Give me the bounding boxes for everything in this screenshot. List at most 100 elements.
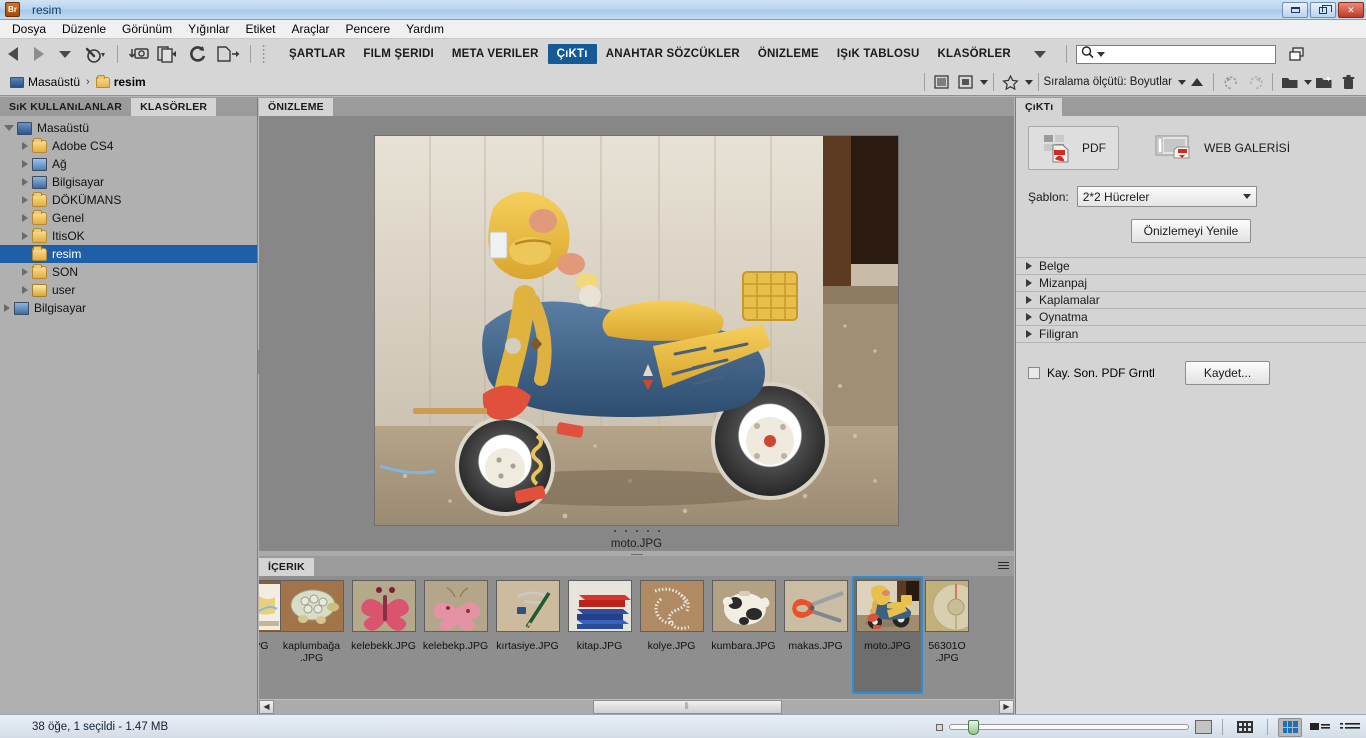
tree-item-itisok[interactable]: ItisOK <box>0 227 257 245</box>
workspace-sartlar[interactable]: ŞARTLAR <box>280 44 354 64</box>
thumbnail-image[interactable] <box>711 580 776 632</box>
tab-icerik[interactable]: İÇERIK <box>259 558 314 576</box>
sort-chevron-down-icon[interactable] <box>1178 79 1186 85</box>
twisty-open-icon[interactable] <box>4 125 14 131</box>
thumbnail-image[interactable] <box>279 580 344 632</box>
twisty-closed-icon[interactable] <box>22 196 28 204</box>
star-chevron-down-icon[interactable] <box>1024 79 1033 85</box>
menu-yardim[interactable]: Yardım <box>398 20 452 38</box>
tree-item-genel[interactable]: Genel <box>0 209 257 227</box>
sort-criteria-label[interactable]: Sıralama ölçütü: Boyutlar <box>1044 76 1172 88</box>
section-oynatma[interactable]: Oynatma <box>1016 309 1366 326</box>
pdf-output-button[interactable]: PDF <box>1028 126 1119 170</box>
workspace-anahtar-sozcukler[interactable]: ANAHTAR SÖZCÜKLER <box>597 44 749 64</box>
thumbnail-image[interactable] <box>925 580 969 632</box>
thumbnail-image[interactable] <box>567 580 632 632</box>
web-gallery-button[interactable]: WEB GALERİSİ <box>1143 128 1302 168</box>
menu-pencere[interactable]: Pencere <box>337 20 398 38</box>
folder-chevron-down-icon[interactable] <box>1304 79 1312 85</box>
tab-klasorler[interactable]: KLASÖRLER <box>131 98 217 116</box>
workspace-film-seridi[interactable]: FILM ŞERIDI <box>354 44 443 64</box>
content-horizontal-scrollbar[interactable]: ◀ ⦀ ▶ <box>259 698 1014 714</box>
section-mizanpaj[interactable]: Mizanpaj <box>1016 275 1366 292</box>
scrollbar-track[interactable]: ⦀ <box>274 699 999 714</box>
list-item[interactable]: kelebekp.JPG <box>420 576 491 694</box>
section-kaplamalar[interactable]: Kaplamalar <box>1016 292 1366 309</box>
forward-arrow-icon[interactable] <box>26 42 52 66</box>
back-arrow-icon[interactable] <box>0 42 26 66</box>
tree-item-bilgisayar-root[interactable]: Bilgisayar <box>0 299 257 317</box>
save-button[interactable]: Kaydet... <box>1184 361 1271 385</box>
twisty-closed-icon[interactable] <box>22 286 28 294</box>
list-item[interactable]: kitap.JPG <box>564 576 635 694</box>
twisty-closed-icon[interactable] <box>22 232 28 240</box>
sort-ascending-icon[interactable] <box>1186 71 1208 93</box>
list-view-button[interactable] <box>1338 718 1362 737</box>
menu-dosya[interactable]: Dosya <box>4 20 54 38</box>
compact-mode-icon[interactable] <box>1282 42 1312 66</box>
twisty-closed-icon[interactable] <box>22 142 28 150</box>
list-item[interactable]: kolye.JPG <box>636 576 707 694</box>
search-input[interactable] <box>1075 44 1276 64</box>
thumbnail-image[interactable] <box>423 580 488 632</box>
list-item[interactable]: kaplumbağa .JPG <box>276 576 347 694</box>
new-folder-icon[interactable] <box>1278 71 1302 93</box>
template-select[interactable]: 2*2 Hücreler <box>1076 186 1257 207</box>
workspace-onizleme[interactable]: ÖNIZLEME <box>749 44 828 64</box>
twisty-closed-icon[interactable] <box>22 268 28 276</box>
tab-sik-kullanilanlar[interactable]: SıK KULLANıLANLAR <box>0 98 132 116</box>
tree-item-dokumans[interactable]: DÖKÜMANS <box>0 191 257 209</box>
list-item[interactable]: kumbara.JPG <box>708 576 779 694</box>
scrollbar-thumb[interactable]: ⦀ <box>593 699 782 714</box>
list-item[interactable]: 56301O .JPG <box>924 576 970 694</box>
close-button[interactable]: ✕ <box>1338 2 1364 18</box>
tree-item-adobe-cs4[interactable]: Adobe CS4 <box>0 137 257 155</box>
grid-lock-view-button[interactable] <box>1233 718 1257 737</box>
scroll-right-icon[interactable]: ▶ <box>999 699 1014 714</box>
section-belge[interactable]: Belge <box>1016 258 1366 275</box>
tab-onizleme[interactable]: ÖNIZLEME <box>259 98 333 116</box>
workspace-meta-veriler[interactable]: META VERILER <box>443 44 548 64</box>
menu-araclar[interactable]: Araçlar <box>283 20 337 38</box>
filter-chevron-down-icon[interactable] <box>979 79 988 85</box>
redo-icon[interactable] <box>1243 71 1267 93</box>
maximize-button[interactable] <box>1310 2 1336 18</box>
view-pdf-checkbox[interactable] <box>1028 367 1040 379</box>
filter-icon[interactable] <box>930 71 954 93</box>
breadcrumb-masaustu[interactable]: Masaüstü <box>6 75 84 89</box>
thumbnail-image[interactable] <box>855 580 920 632</box>
thumbnail-image[interactable] <box>351 580 416 632</box>
refine-icon[interactable] <box>153 42 185 66</box>
panel-menu-icon[interactable] <box>995 560 1009 572</box>
list-item[interactable]: kelebekk.JPG <box>348 576 419 694</box>
tab-cikti[interactable]: ÇıKTı <box>1016 98 1063 116</box>
tree-item-masaustu[interactable]: Masaüstü <box>0 119 257 137</box>
workspace-klasorler[interactable]: KLASÖRLER <box>929 44 1020 64</box>
new-file-icon[interactable] <box>211 42 245 66</box>
refresh-preview-button[interactable]: Önizlemeyi Yenile <box>1130 219 1252 243</box>
small-thumbnail-icon[interactable] <box>936 723 943 731</box>
new-subfolder-icon[interactable] <box>1312 71 1336 93</box>
section-filigran[interactable]: Filigran <box>1016 326 1366 343</box>
delete-icon[interactable] <box>1336 71 1360 93</box>
tree-item-user[interactable]: user <box>0 281 257 299</box>
twisty-closed-icon[interactable] <box>22 160 28 168</box>
get-photos-from-camera-icon[interactable] <box>123 42 153 66</box>
workspace-cikti[interactable]: ÇıKTı <box>547 44 597 64</box>
tree-item-bilgisayar[interactable]: Bilgisayar <box>0 173 257 191</box>
thumbnail-image[interactable] <box>783 580 848 632</box>
undo-icon[interactable] <box>1219 71 1243 93</box>
workspace-more-chevron-down-icon[interactable] <box>1020 42 1060 66</box>
star-filter-icon[interactable] <box>999 71 1023 93</box>
scroll-left-icon[interactable]: ◀ <box>259 699 274 714</box>
slider-knob[interactable] <box>968 720 979 735</box>
rotate-icon[interactable] <box>185 42 211 66</box>
tree-item-son[interactable]: SON <box>0 263 257 281</box>
thumbnail-image[interactable] <box>639 580 704 632</box>
tree-item-ag[interactable]: Ağ <box>0 155 257 173</box>
workspace-isik-tablosu[interactable]: IŞıK TABLOSU <box>828 44 929 64</box>
details-view-button[interactable] <box>1308 718 1332 737</box>
preview-image[interactable] <box>374 135 899 526</box>
list-item[interactable]: a.JPG <box>259 576 286 694</box>
thumbnail-image[interactable] <box>495 580 560 632</box>
